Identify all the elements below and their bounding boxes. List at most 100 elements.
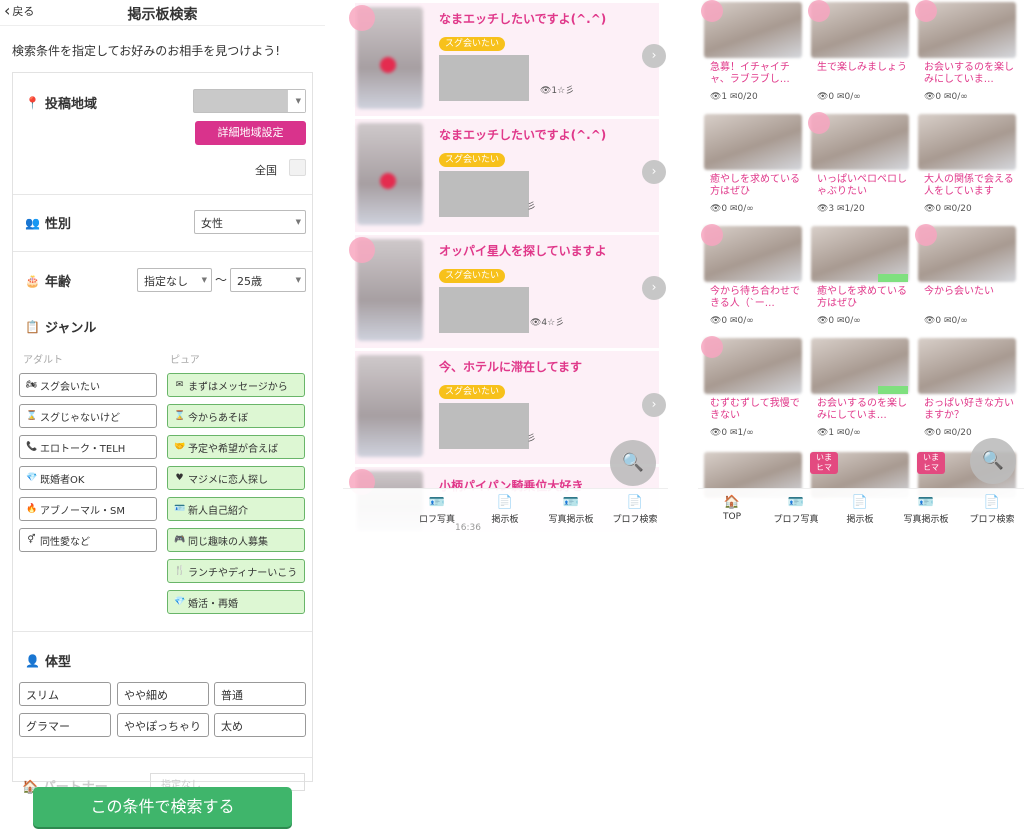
board-card[interactable]: おっぱい好きな方いますか？ 👁0 ✉0/20: [915, 336, 1019, 443]
card-title: 今から待ち合わせできる人（`ー…: [710, 286, 800, 309]
genre-tag-adult[interactable]: 🔥 アブノーマル・SM: [19, 497, 157, 521]
board-card[interactable]: 今から会いたい 👁0 ✉0/∞: [915, 224, 1019, 331]
card-stats: 👁1 ✉0/∞: [817, 428, 861, 438]
divider: [13, 194, 312, 195]
hourglass-icon: ⌛: [174, 411, 186, 421]
location-pin-icon: 📍: [25, 95, 40, 110]
motorcycle-icon: 🏍: [26, 380, 38, 390]
genre-chip: スグ会いたい: [439, 37, 506, 51]
user-icon: 👤: [25, 653, 40, 668]
card-stats: 👁0 ✉0/20: [924, 428, 972, 438]
nav-photo-board[interactable]: 🪪 写真掲示板: [894, 495, 958, 525]
board-card[interactable]: 癒やしを求めている方はぜひ 👁0 ✉0/∞: [808, 224, 912, 331]
nav-profile-photos[interactable]: 🪪 ロフ写真: [405, 495, 469, 525]
genre-chip: スグ会いたい: [439, 153, 506, 167]
nav-board[interactable]: 📄 掲示板: [473, 495, 537, 525]
board-card[interactable]: お会いするのを楽しみにしていま… 👁0 ✉0/∞: [915, 0, 1019, 107]
body-type-option[interactable]: グラマー: [19, 713, 111, 737]
search-form-panel: ‹ 戻る 掲示板検索 検索条件を指定してお好みのお相手を見つけよう! 📍 投稿地…: [0, 0, 325, 835]
nav-board[interactable]: 📄 掲示板: [828, 495, 892, 525]
genre-tag-pure[interactable]: 🎮 同じ趣味の人募集: [167, 528, 305, 552]
board-card[interactable]: 急募！イチャイチャ、ラブラブし… 👁1 ✉0/20: [701, 0, 805, 107]
nav-photo-board[interactable]: 🪪 写真掲示板: [539, 495, 603, 525]
hourglass-icon: ⌛: [26, 411, 38, 421]
divider: [13, 631, 312, 632]
avatar: [357, 355, 423, 457]
body-type-option[interactable]: ややぽっちゃり: [117, 713, 209, 737]
card-title: 今から会いたい: [924, 286, 994, 297]
genre-tag-pure[interactable]: 🪪 新人自己紹介: [167, 497, 305, 521]
genre-tag-pure[interactable]: 🤝 予定や希望が合えば: [167, 435, 305, 459]
board-card[interactable]: むずむずして我慢できない 👁0 ✉1/∞: [701, 336, 805, 443]
age-from-select[interactable]: 指定なし ▼: [137, 268, 212, 292]
search-fab[interactable]: 🔍: [610, 440, 656, 486]
post-title: なまエッチしたいですよ(^.^): [439, 128, 607, 142]
board-card[interactable]: 生で楽しみましょう 👁0 ✉0/∞: [808, 0, 912, 107]
board-card[interactable]: いっぱいペロペロしゃぶりたい 👁3 ✉1/20: [808, 112, 912, 219]
chevron-right-icon[interactable]: ›: [642, 160, 666, 184]
photo-board-panel: 急募！イチャイチャ、ラブラブし… 👁1 ✉0/20 生で楽しみましょう 👁0 ✉0/…: [698, 0, 1024, 532]
list-item[interactable]: なまエッチしたいですよ(^.^) スグ会いたい 👁1☆彡: [349, 3, 659, 116]
age-to-select[interactable]: 25歳 ▼: [230, 268, 306, 292]
genre-tag-pure[interactable]: 💎 婚活・再婚: [167, 590, 305, 614]
genre-label: 📋 ジャンル: [25, 319, 97, 337]
genre-tag-pure[interactable]: ✉ まずはメッセージから: [167, 373, 305, 397]
id-badge-icon: 🪪: [428, 495, 446, 510]
detail-region-button[interactable]: 詳細地域設定: [195, 121, 306, 145]
body-type-option[interactable]: 普通: [214, 682, 306, 706]
board-card[interactable]: 今から待ち合わせできる人（`ー… 👁0 ✉0/∞: [701, 224, 805, 331]
genre-tag-adult[interactable]: 🏍 スグ会いたい: [19, 373, 157, 397]
card-title: 急募！イチャイチャ、ラブラブし…: [710, 62, 790, 85]
genre-tag-adult[interactable]: ⚥ 同性愛など: [19, 528, 157, 552]
genre-chip: スグ会いたい: [439, 385, 506, 399]
chevron-right-icon[interactable]: ›: [642, 44, 666, 68]
card-stats: 👁0 ✉0/∞: [817, 316, 861, 326]
clipboard-icon: 📋: [25, 319, 40, 334]
board-card[interactable]: お会いするのを楽しみにしていま… 👁1 ✉0/∞: [808, 336, 912, 443]
genre-tag-pure[interactable]: ⌛ 今からあそぼ: [167, 404, 305, 428]
card-title: 癒やしを求めている方はぜひ: [710, 174, 800, 197]
nav-profile-search[interactable]: 📄 プロフ検索: [960, 495, 1024, 525]
fire-icon: 🔥: [26, 504, 38, 514]
genre-tag-pure[interactable]: ♥ マジメに恋人探し: [167, 466, 305, 490]
genre-tag-pure[interactable]: 🍴 ランチやディナーいこう: [167, 559, 305, 583]
id-badge-icon: 🪪: [787, 495, 805, 510]
list-item[interactable]: なまエッチしたいですよ(^.^) スグ会いたい 彡: [355, 119, 659, 232]
gender-select[interactable]: 女性 ▼: [194, 210, 306, 234]
post-preview: [439, 55, 529, 101]
post-stats: 彡: [527, 202, 537, 212]
chevron-right-icon[interactable]: ›: [642, 276, 666, 300]
card-title: いっぱいペロペロしゃぶりたい: [817, 174, 907, 197]
board-list-panel: なまエッチしたいですよ(^.^) スグ会いたい 👁1☆彡 › なまエッチしたいで…: [343, 0, 668, 532]
nav-profile-search[interactable]: 📄 プロフ検索: [603, 495, 667, 525]
nationwide-label: 全国: [255, 164, 277, 177]
body-type-option[interactable]: スリム: [19, 682, 111, 706]
nationwide-checkbox[interactable]: [289, 159, 306, 176]
card-stats: 👁0 ✉0/∞: [924, 316, 968, 326]
age-range-separator: 〜: [215, 273, 228, 287]
age-label: 🎂 年齢: [25, 273, 72, 291]
handshake-icon: 🤝: [174, 442, 186, 452]
chevron-right-icon[interactable]: ›: [642, 393, 666, 417]
search-submit-button[interactable]: この条件で検索する: [33, 787, 292, 827]
genre-tag-adult[interactable]: 📞 エロトーク・TELH: [19, 435, 157, 459]
body-type-option[interactable]: 太め: [214, 713, 306, 737]
board-card[interactable]: 癒やしを求めている方はぜひ 👁0 ✉0/∞: [701, 112, 805, 219]
search-fab[interactable]: 🔍: [970, 438, 1016, 484]
region-select[interactable]: ▼: [193, 89, 306, 113]
genre-tag-adult[interactable]: 💎 既婚者OK: [19, 466, 157, 490]
nav-profile-photos[interactable]: 🪪 プロフ写真: [764, 495, 828, 525]
post-preview: [439, 171, 529, 217]
card-stats: 👁3 ✉1/20: [817, 204, 865, 214]
bottom-nav: 🏠 TOP 🪪 プロフ写真 📄 掲示板 🪪 写真掲示板 📄 プロフ検索: [698, 488, 1024, 532]
card-stats: 👁0 ✉0/∞: [817, 92, 861, 102]
board-card[interactable]: 大人の関係で会える人をしています 👁0 ✉0/20: [915, 112, 1019, 219]
genre-tag-adult[interactable]: ⌛ スグじゃないけど: [19, 404, 157, 428]
body-type-option[interactable]: やや細め: [117, 682, 209, 706]
card-title: むずむずして我慢できない: [710, 398, 800, 421]
region-label: 📍 投稿地域: [25, 95, 98, 113]
list-item[interactable]: 今、ホテルに滞在してます スグ会いたい 彡: [355, 351, 659, 464]
top-bar: ‹ 戻る 掲示板検索: [0, 0, 325, 26]
list-item[interactable]: オッパイ星人を探していますよ スグ会いたい 👁4☆彡: [349, 235, 659, 348]
nav-top[interactable]: 🏠 TOP: [700, 495, 764, 522]
